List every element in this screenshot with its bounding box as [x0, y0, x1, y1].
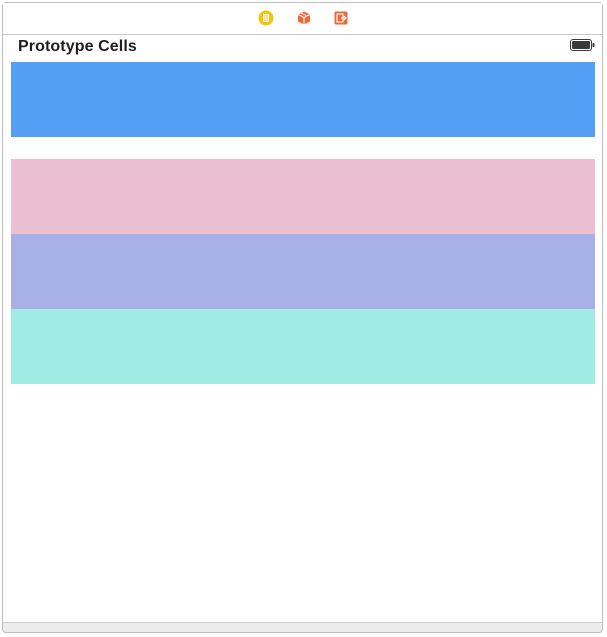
view-controller-scene[interactable]: Prototype Cells [2, 2, 603, 633]
table-row[interactable] [11, 159, 595, 234]
exit-icon[interactable] [333, 10, 349, 26]
battery-icon [570, 39, 595, 51]
page-title: Prototype Cells [18, 38, 137, 55]
scene-dock [3, 3, 602, 35]
view-controller-icon[interactable] [258, 10, 274, 26]
table-row[interactable] [11, 309, 595, 384]
table-row[interactable] [11, 234, 595, 309]
first-responder-icon[interactable] [296, 10, 312, 26]
bottom-bar [3, 622, 602, 632]
table-row[interactable] [11, 62, 595, 137]
